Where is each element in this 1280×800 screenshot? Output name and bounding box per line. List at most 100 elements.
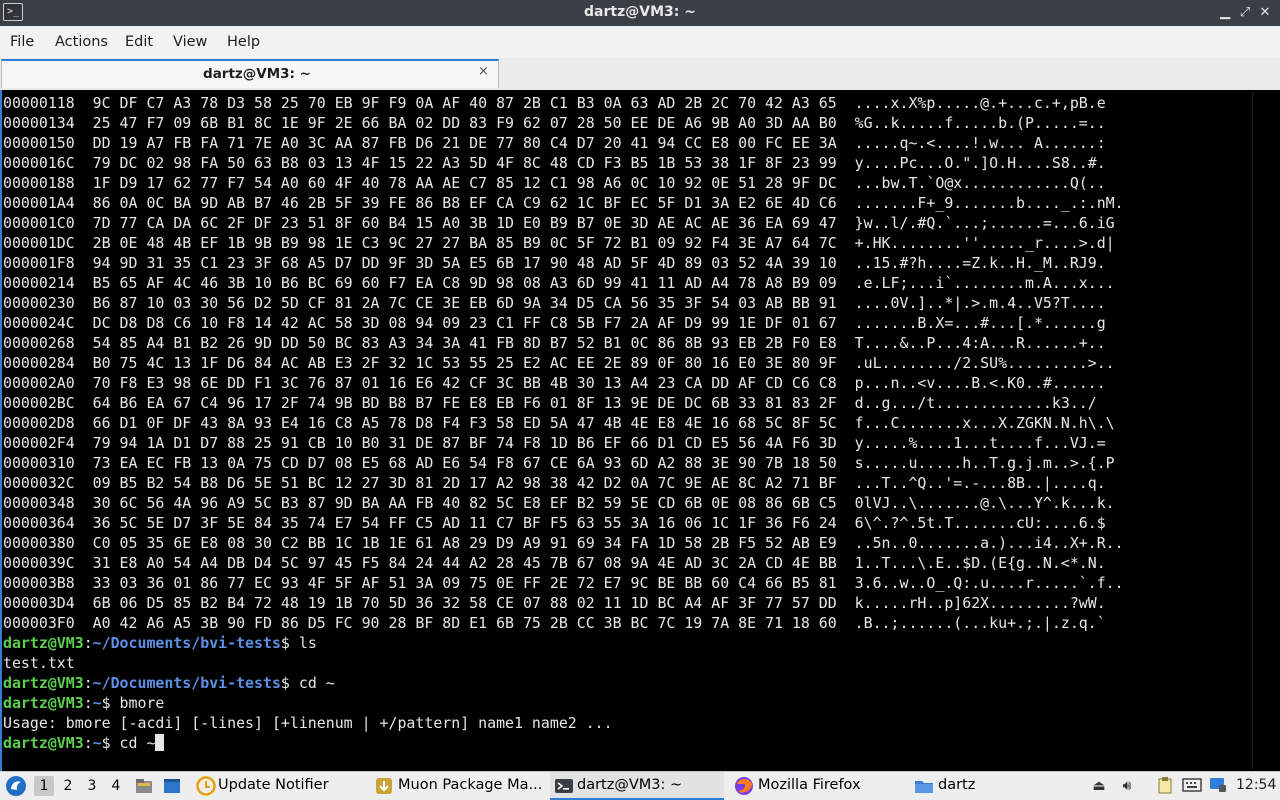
- tab-strip: dartz@VM3: ~ ×: [0, 58, 1280, 90]
- terminal-icon: [555, 779, 573, 793]
- start-menu-button[interactable]: [4, 772, 28, 800]
- tab-close-icon[interactable]: ×: [478, 64, 489, 79]
- menu-actions[interactable]: Actions: [55, 34, 108, 50]
- command-output-line: test.txt: [3, 654, 75, 672]
- prompt-symbol: $: [280, 634, 290, 652]
- hex-dump-line: 00000214 B5 65 AF 4C 46 3B 10 B6 BC 69 6…: [3, 274, 1115, 292]
- prompt-line: dartz@VM3:~$ bmore: [3, 693, 1248, 713]
- prompt-user: dartz@VM3: [3, 694, 84, 712]
- volume-icon[interactable]: 🔊︎: [1118, 776, 1136, 796]
- hex-dump-line: 0000039C 31 E8 A0 54 A4 DB D4 5C 97 45 F…: [3, 554, 1106, 572]
- command-text: cd ~: [110, 734, 156, 752]
- prompt-symbol: $: [101, 734, 111, 752]
- hex-dump-line: 00000150 DD 19 A7 FB FA 71 7E A0 3C AA 8…: [3, 134, 1106, 152]
- command-output-line: Usage: bmore [-acdi] [-lines] [+linenum …: [3, 714, 613, 732]
- prompt-path: ~/Documents/bvi-tests: [92, 674, 281, 692]
- network-icon[interactable]: [1208, 776, 1226, 796]
- task-label: Mozilla Firefox: [758, 777, 861, 793]
- prompt-symbol: $: [101, 694, 111, 712]
- prompt-path: ~/Documents/bvi-tests: [92, 634, 281, 652]
- command-text: ls: [289, 634, 317, 652]
- hex-dump-line: 00000230 B6 87 10 03 30 56 D2 5D CF 81 2…: [3, 294, 1106, 312]
- quick-launch-show-desktop[interactable]: [162, 772, 182, 800]
- hex-dump-line: 0000016C 79 DC 02 98 FA 50 63 B8 03 13 4…: [3, 154, 1106, 172]
- menu-view[interactable]: View: [173, 34, 207, 50]
- prompt-separator: :: [83, 694, 93, 712]
- prompt-line: dartz@VM3:~$ cd ~: [3, 733, 1248, 753]
- tab-terminal[interactable]: dartz@VM3: ~ ×: [1, 59, 499, 88]
- show-desktop-icon: [164, 779, 180, 793]
- window-title: dartz@VM3: ~: [584, 4, 696, 20]
- task-folder-dartz[interactable]: dartz: [912, 772, 1084, 800]
- keyboard-icon[interactable]: [1182, 776, 1202, 796]
- quick-launch-file-manager[interactable]: [134, 772, 154, 800]
- hex-dump-line: 00000348 30 6C 56 4A 96 A9 5C B3 87 9D B…: [3, 494, 1115, 512]
- task-label: Muon Package Ma...: [398, 777, 543, 793]
- hex-dump-line: 000003B8 33 03 36 01 86 77 EC 93 4F 5F A…: [3, 574, 1124, 592]
- task-firefox[interactable]: Mozilla Firefox: [732, 772, 904, 800]
- menu-bar: File Actions Edit View Help: [0, 26, 1280, 59]
- terminal-output: 00000118 9C DF C7 A3 78 D3 58 25 70 EB 9…: [3, 93, 1248, 753]
- minimize-icon[interactable]: ▁: [1216, 4, 1234, 22]
- menu-file[interactable]: File: [10, 34, 34, 50]
- prompt-user: dartz@VM3: [3, 674, 84, 692]
- hex-dump-line: 00000284 B0 75 4C 13 1F D6 84 AC AB E3 2…: [3, 354, 1115, 372]
- eject-icon[interactable]: ⏏: [1090, 776, 1108, 796]
- task-terminal[interactable]: dartz@VM3: ~: [550, 772, 724, 800]
- hex-dump-line: 0000032C 09 B5 B2 54 B8 D6 5E 51 BC 12 2…: [3, 474, 1106, 492]
- task-muon-package-manager[interactable]: Muon Package Ma...: [372, 772, 544, 800]
- menu-help[interactable]: Help: [227, 34, 260, 50]
- task-label: dartz@VM3: ~: [577, 777, 683, 793]
- hex-dump-line: 000001F8 94 9D 31 35 C1 23 3F 68 A5 D7 D…: [3, 254, 1106, 272]
- desktop-2[interactable]: 2: [58, 776, 78, 796]
- command-text: cd ~: [289, 674, 335, 692]
- hex-dump-line: 000002F4 79 94 1A D1 D7 88 25 91 CB 10 B…: [3, 434, 1106, 452]
- taskbar: 1 2 3 4 Update Notifier Muon Package Ma.…: [0, 771, 1280, 800]
- prompt-user: dartz@VM3: [3, 734, 84, 752]
- hex-dump-line: 000001C0 7D 77 CA DA 6C 2F DF 23 51 8F 6…: [3, 214, 1115, 232]
- lubuntu-menu-icon: [6, 776, 26, 796]
- desktop-3[interactable]: 3: [82, 776, 102, 796]
- prompt-path: ~: [92, 734, 102, 752]
- update-notifier-icon: [196, 776, 216, 796]
- firefox-icon: [735, 777, 753, 795]
- menu-edit[interactable]: Edit: [125, 34, 153, 50]
- hex-dump-line: 00000118 9C DF C7 A3 78 D3 58 25 70 EB 9…: [3, 94, 1106, 112]
- terminal-view[interactable]: 00000118 9C DF C7 A3 78 D3 58 25 70 EB 9…: [0, 90, 1280, 771]
- task-label: Update Notifier: [218, 777, 329, 793]
- hex-dump-line: 0000024C DC D8 D8 C6 10 F8 14 42 AC 58 3…: [3, 314, 1106, 332]
- hex-dump-line: 000002BC 64 B6 EA 67 C4 96 17 2F 74 9B B…: [3, 394, 1097, 412]
- task-label: dartz: [938, 777, 976, 793]
- window-titlebar: >_ dartz@VM3: ~ ▁ ⤢ ✕: [0, 0, 1280, 26]
- desktop-1[interactable]: 1: [34, 776, 54, 796]
- prompt-symbol: $: [280, 674, 290, 692]
- scrollbar-thumb[interactable]: [1252, 92, 1279, 769]
- hex-dump-line: 00000380 C0 05 35 6E E8 08 30 C2 BB 1C 1…: [3, 534, 1124, 552]
- maximize-icon[interactable]: ⤢: [1236, 4, 1254, 22]
- prompt-separator: :: [83, 734, 93, 752]
- prompt-separator: :: [83, 674, 93, 692]
- muon-package-icon: [376, 778, 392, 794]
- prompt-line: dartz@VM3:~/Documents/bvi-tests$ ls: [3, 633, 1248, 653]
- hex-dump-line: 00000364 36 5C 5E D7 3F 5E 84 35 74 E7 5…: [3, 514, 1106, 532]
- folder-icon: [915, 781, 933, 793]
- file-manager-icon: [136, 779, 152, 793]
- hex-dump-line: 00000268 54 85 A4 B1 B2 26 9D DD 50 BC 8…: [3, 334, 1106, 352]
- hex-dump-line: 000002D8 66 D1 0F DF 43 8A 93 E4 16 C8 A…: [3, 414, 1115, 432]
- hex-dump-line: 00000134 25 47 F7 09 6B B1 8C 1E 9F 2E 6…: [3, 114, 1106, 132]
- close-icon[interactable]: ✕: [1256, 4, 1274, 22]
- command-text: bmore: [110, 694, 165, 712]
- clock: 12:54: [1236, 777, 1277, 793]
- desktop-4[interactable]: 4: [106, 776, 126, 796]
- text-cursor: [155, 734, 165, 751]
- hex-dump-line: 00000310 73 EA EC FB 13 0A 75 CD D7 08 E…: [3, 454, 1115, 472]
- hex-dump-line: 00000188 1F D9 17 62 77 F7 54 A0 60 4F 4…: [3, 174, 1106, 192]
- hex-dump-line: 000001DC 2B 0E 48 4B EF 1B 9B B9 98 1E C…: [3, 234, 1115, 252]
- prompt-path: ~: [92, 694, 102, 712]
- terminal-scrollbar[interactable]: [1252, 92, 1279, 769]
- tab-label: dartz@VM3: ~: [203, 66, 311, 82]
- clipboard-icon[interactable]: [1156, 776, 1174, 796]
- hex-dump-line: 000002A0 70 F8 E3 98 6E DD F1 3C 76 87 0…: [3, 374, 1106, 392]
- task-update-notifier[interactable]: Update Notifier: [192, 772, 364, 800]
- hex-dump-line: 000001A4 86 0A 0C BA 9D AB B7 46 2B 5F 3…: [3, 194, 1124, 212]
